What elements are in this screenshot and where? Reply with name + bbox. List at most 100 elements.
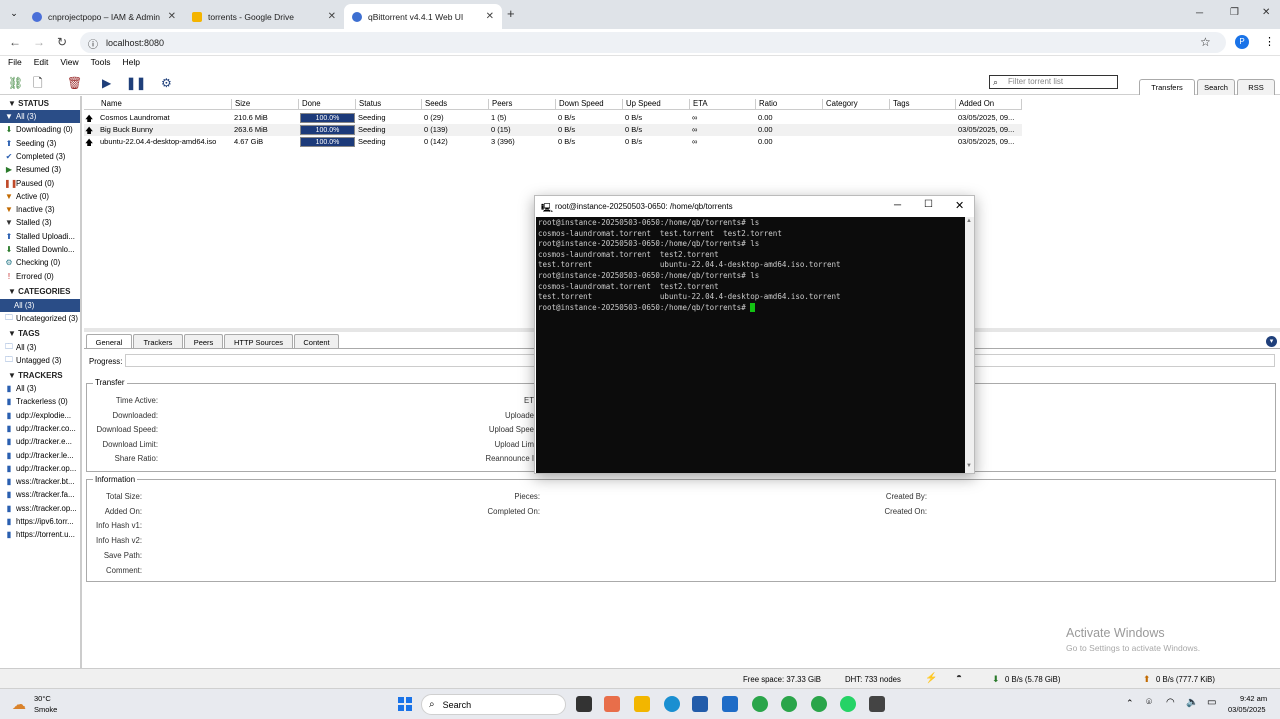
status-filter-item[interactable]: ✔ Completed (3) (0, 150, 80, 163)
column-header-added-on[interactable]: Added On (956, 99, 1022, 110)
status-filter-item[interactable]: ▼ Stalled (3) (0, 216, 80, 229)
copilot-icon[interactable] (604, 696, 620, 712)
status-filter-item[interactable]: ▼ Active (0) (0, 190, 80, 203)
column-header-eta[interactable]: ETA (690, 99, 756, 110)
taskbar-search-box[interactable]: ⌕ Search (421, 694, 566, 715)
close-icon[interactable]: ✕ (168, 11, 176, 22)
tab-iam-admin[interactable]: cnprojectpopo – IAM & Admin ✕ (24, 4, 184, 29)
chrome-icon[interactable] (752, 696, 768, 712)
terminal-scrollbar[interactable]: ▲ ▼ (965, 217, 974, 473)
speed-limit-icon[interactable]: ◓ (956, 672, 962, 683)
column-header-tags[interactable]: Tags (890, 99, 956, 110)
tag-filter-item[interactable]: 🗀 Untagged (3) (0, 354, 80, 367)
more-menu-icon[interactable]: ⋮ (1264, 35, 1275, 48)
menu-file[interactable]: File (8, 57, 22, 71)
menu-tools[interactable]: Tools (91, 57, 111, 71)
category-filter-item[interactable]: All (3) (0, 299, 80, 312)
terminal-titlebar[interactable]: 🖳 root@instance-20250503-0650: /home/qb/… (535, 196, 974, 217)
tags-header[interactable]: ▼ TAGS (0, 329, 40, 341)
weather-icon[interactable]: ☁ (12, 696, 26, 713)
close-window-button[interactable]: ✕ (1262, 7, 1270, 18)
file-explorer-icon[interactable] (634, 696, 650, 712)
tag-filter-item[interactable]: 🗀 All (3) (0, 341, 80, 354)
column-header-done[interactable]: Done (299, 99, 356, 110)
outlook-icon[interactable] (722, 696, 738, 712)
tracker-filter-item[interactable]: ▮ All (3) (0, 382, 80, 395)
edge-icon[interactable] (664, 696, 680, 712)
column-header-seeds[interactable]: Seeds (422, 99, 489, 110)
torrent-row[interactable]: 🡅 Cosmos Laundromat 210.6 MiB 100.0% Seeding… (84, 112, 1022, 124)
status-filter-item[interactable]: ! Errored (0) (0, 270, 80, 283)
tab-qbittorrent[interactable]: qBittorrent v4.4.1 Web UI ✕ (344, 4, 502, 29)
tray-battery-icon[interactable]: ▭ (1207, 697, 1216, 708)
tab-rss[interactable]: RSS (1237, 79, 1275, 95)
column-header-name[interactable]: Name (98, 99, 232, 110)
column-header-ratio[interactable]: Ratio (756, 99, 823, 110)
add-torrent-file-icon[interactable]: 🗋 (33, 76, 43, 90)
windows-start-icon[interactable] (398, 697, 412, 711)
menu-edit[interactable]: Edit (34, 57, 49, 71)
status-filter-item[interactable]: ❚❚ Paused (0) (0, 177, 80, 190)
scroll-down-icon[interactable]: ▼ (966, 463, 972, 469)
delete-icon[interactable]: 🗑 (67, 76, 82, 90)
categories-header[interactable]: ▼ CATEGORIES (0, 287, 70, 299)
options-gear-icon[interactable]: ⚙ (161, 76, 172, 90)
scroll-up-icon[interactable]: ▲ (966, 218, 972, 224)
filter-torrent-input[interactable]: ⌕ Filter torrent list (989, 75, 1118, 89)
status-filter-item[interactable]: ▼ All (3) (0, 110, 80, 123)
collapse-panel-icon[interactable]: ▾ (1266, 336, 1277, 347)
tray-volume-icon[interactable]: 🔈 (1186, 697, 1198, 708)
status-filter-item[interactable]: ▶ Resumed (3) (0, 163, 80, 176)
terminal-output[interactable]: root@instance-20250503-0650:/home/qb/tor… (536, 217, 965, 473)
column-header-status[interactable]: Status (356, 99, 422, 110)
connection-status-icon[interactable]: ⚡ (925, 673, 937, 684)
torrent-row[interactable]: 🡅 ubuntu-22.04.4-desktop-amd64.iso 4.67 Gi… (84, 136, 1022, 148)
tracker-filter-item[interactable]: ▮ udp://explodie... (0, 409, 80, 422)
column-header-peers[interactable]: Peers (489, 99, 556, 110)
back-arrow-icon[interactable]: ← (9, 35, 21, 49)
terminal-window[interactable]: 🖳 root@instance-20250503-0650: /home/qb/… (534, 195, 975, 474)
bookmark-star-icon[interactable]: ☆ (1200, 35, 1211, 49)
site-info-icon[interactable]: ⓘ (88, 36, 98, 51)
details-tab-general[interactable]: General (86, 334, 132, 349)
tab-transfers[interactable]: Transfers (1139, 79, 1195, 95)
status-filter-item[interactable]: ⬇ Downloading (0) (0, 123, 80, 136)
torrent-row[interactable]: 🡅 Big Buck Bunny 263.6 MiB 100.0% Seeding 0 (… (84, 124, 1022, 136)
chrome-icon[interactable] (781, 696, 797, 712)
putty-icon[interactable] (869, 696, 885, 712)
column-header-size[interactable]: Size (232, 99, 299, 110)
details-tab-peers[interactable]: Peers (184, 334, 223, 349)
forward-arrow-icon[interactable]: → (33, 35, 45, 49)
close-icon[interactable]: ✕ (328, 11, 336, 22)
column-header-category[interactable]: Category (823, 99, 890, 110)
tracker-filter-item[interactable]: ▮ udp://tracker.le... (0, 449, 80, 462)
tray-chevron-icon[interactable]: ⌃ (1126, 698, 1134, 709)
tab-search-chevron-icon[interactable]: ⌄ (7, 8, 21, 22)
maximize-button[interactable]: ☐ (924, 199, 933, 210)
tray-wifi-icon[interactable]: ◠ (1166, 697, 1175, 708)
tab-google-drive[interactable]: torrents - Google Drive ✕ (184, 4, 344, 29)
tracker-filter-item[interactable]: ▮ wss://tracker.bt... (0, 475, 80, 488)
status-filter-item[interactable]: ⬆ Seeding (3) (0, 137, 80, 150)
details-tab-content[interactable]: Content (294, 334, 339, 349)
tracker-filter-item[interactable]: ▮ https://ipv6.torr... (0, 515, 80, 528)
tracker-filter-item[interactable]: ▮ udp://tracker.op... (0, 462, 80, 475)
category-filter-item[interactable]: 🗀 Uncategorized (3) (0, 312, 80, 325)
pause-icon[interactable]: ❚❚ (126, 76, 146, 90)
reload-icon[interactable]: ↻ (57, 35, 67, 49)
menu-view[interactable]: View (60, 57, 78, 71)
tracker-filter-item[interactable]: ▮ https://torrent.u... (0, 528, 80, 541)
status-filter-item[interactable]: ⬆ Stalled Uploadi... (0, 230, 80, 243)
tracker-filter-item[interactable]: ▮ udp://tracker.e... (0, 435, 80, 448)
tab-search[interactable]: Search (1197, 79, 1235, 95)
restore-button[interactable]: ❐ (1230, 7, 1239, 18)
close-button[interactable]: ✕ (955, 199, 964, 212)
store-icon[interactable] (692, 696, 708, 712)
profile-avatar[interactable]: P (1235, 35, 1249, 49)
status-filter-item[interactable]: ⚙ Checking (0) (0, 256, 80, 269)
whatsapp-icon[interactable] (840, 696, 856, 712)
status-filter-item[interactable]: ▼ Inactive (3) (0, 203, 80, 216)
tracker-filter-item[interactable]: ▮ udp://tracker.co... (0, 422, 80, 435)
status-filter-item[interactable]: ⬇ Stalled Downlo... (0, 243, 80, 256)
details-tab-http-sources[interactable]: HTTP Sources (224, 334, 293, 349)
